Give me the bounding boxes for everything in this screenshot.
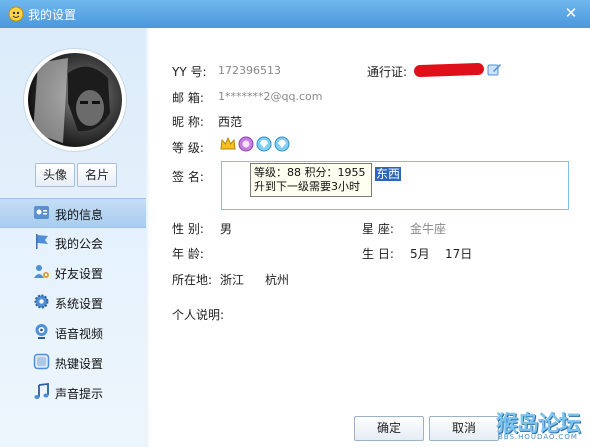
watermark-subtext: BBS.HOUDAO.COM — [498, 433, 578, 441]
sidebar-item-hotkey-settings[interactable]: 热键设置 — [0, 348, 146, 376]
signature-label: 签 名: — [172, 170, 204, 184]
signature-selected-text: 东西 — [375, 167, 402, 181]
sidebar-divider — [146, 28, 150, 447]
avatar[interactable] — [23, 48, 127, 152]
nickname-value: 西范 — [218, 115, 243, 129]
card-button[interactable]: 名片 — [77, 163, 117, 187]
gear-icon — [34, 294, 49, 309]
sidebar-item-my-guild[interactable]: 我的公会 — [0, 228, 146, 256]
webcam-icon — [35, 324, 48, 339]
settings-window: 我的设置 ✕ 头像 名片 我的信息 我的公会 好友设置 系统设置 语音视频 热键… — [0, 0, 590, 447]
title-bar[interactable]: 我的设置 ✕ — [0, 0, 590, 28]
city-value: 杭州 — [265, 273, 290, 287]
email-value: 1*******2@qq.com — [218, 90, 323, 103]
level-tooltip: 等级：88 积分：1955 升到下一级需要3小时 — [250, 163, 372, 197]
hotkey-icon — [33, 353, 50, 370]
sidebar-item-label: 热键设置 — [55, 357, 104, 371]
email-label: 邮 箱: — [172, 91, 204, 105]
gender-label: 性 别: — [172, 222, 204, 236]
sidebar-item-voice-video[interactable]: 语音视频 — [0, 318, 146, 346]
forum-watermark: 猴岛论坛 BBS.HOUDAO.COM — [494, 406, 586, 444]
window-title: 我的设置 — [28, 8, 77, 22]
sidebar-item-label: 我的信息 — [55, 208, 104, 222]
sidebar-item-friend-settings[interactable]: 好友设置 — [0, 258, 146, 286]
nickname-label: 昵 称: — [172, 115, 204, 129]
avatar-button[interactable]: 头像 — [35, 163, 75, 187]
tooltip-line-1: 等级：88 积分：1955 — [254, 166, 366, 179]
birthday-day: 17日 — [445, 247, 473, 261]
redacted-passport — [413, 62, 485, 78]
avatar-photo — [28, 53, 122, 147]
friends-gear-icon — [34, 265, 49, 278]
ok-button[interactable]: 确定 — [354, 416, 424, 441]
level-label: 等 级: — [172, 141, 204, 155]
sidebar-item-label: 好友设置 — [55, 267, 104, 281]
age-label: 年 龄: — [172, 247, 204, 261]
province-value: 浙江 — [220, 273, 245, 287]
music-note-icon — [34, 383, 49, 399]
zodiac-value: 金牛座 — [410, 222, 447, 236]
sidebar-item-label: 声音提示 — [55, 387, 104, 401]
sidebar-item-system-settings[interactable]: 系统设置 — [0, 288, 146, 316]
birthday-label: 生 日: — [362, 247, 394, 261]
edit-icon[interactable] — [487, 62, 502, 77]
gender-value: 男 — [220, 222, 233, 236]
cancel-button[interactable]: 取消 — [429, 416, 499, 441]
sidebar-item-label: 我的公会 — [55, 237, 104, 251]
zodiac-label: 星 座: — [362, 222, 394, 236]
bio-label: 个人说明: — [172, 308, 225, 322]
tooltip-line-2: 升到下一级需要3小时 — [254, 180, 360, 193]
yy-number-value: 172396513 — [218, 64, 281, 77]
yy-number-label: YY 号: — [172, 65, 207, 79]
sidebar: 头像 名片 我的信息 我的公会 好友设置 系统设置 语音视频 热键设置 声音提示 — [0, 28, 150, 447]
sidebar-item-my-info[interactable]: 我的信息 — [0, 198, 146, 228]
sidebar-item-label: 语音视频 — [55, 327, 104, 341]
passport-label: 通行证: — [367, 65, 408, 79]
close-button[interactable]: ✕ — [562, 4, 580, 22]
sidebar-item-label: 系统设置 — [55, 297, 104, 311]
id-card-icon — [34, 206, 49, 219]
diamond-icon — [274, 136, 290, 152]
diamond-icon — [256, 136, 272, 152]
crown-icon — [220, 136, 236, 150]
app-logo-icon — [8, 6, 24, 22]
flag-icon — [36, 234, 48, 249]
moon-icon — [238, 136, 254, 152]
sidebar-item-sound-alerts[interactable]: 声音提示 — [0, 378, 146, 406]
birthday-month: 5月 — [410, 247, 430, 261]
location-label: 所在地: — [172, 273, 213, 287]
